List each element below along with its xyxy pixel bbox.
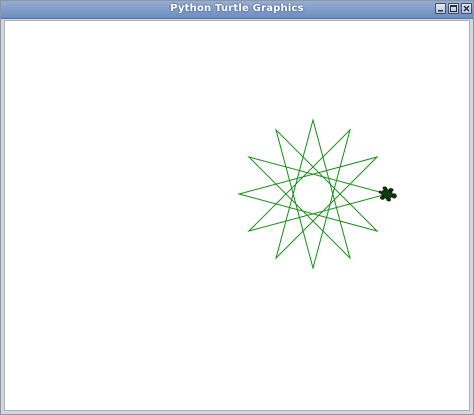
turtle-canvas[interactable] <box>5 21 469 410</box>
maximize-icon <box>450 5 457 12</box>
minimize-icon <box>438 10 443 12</box>
turtle-window: Python Turtle Graphics <box>0 0 474 415</box>
maximize-button[interactable] <box>448 3 459 14</box>
turtle-icon <box>378 186 397 202</box>
close-button[interactable] <box>461 3 472 14</box>
minimize-button[interactable] <box>435 3 446 14</box>
turtle-canvas-area[interactable] <box>4 20 470 411</box>
title-bar[interactable]: Python Turtle Graphics <box>1 1 473 19</box>
close-icon <box>463 5 470 12</box>
star-drawing <box>237 118 389 270</box>
window-title: Python Turtle Graphics <box>170 3 304 14</box>
